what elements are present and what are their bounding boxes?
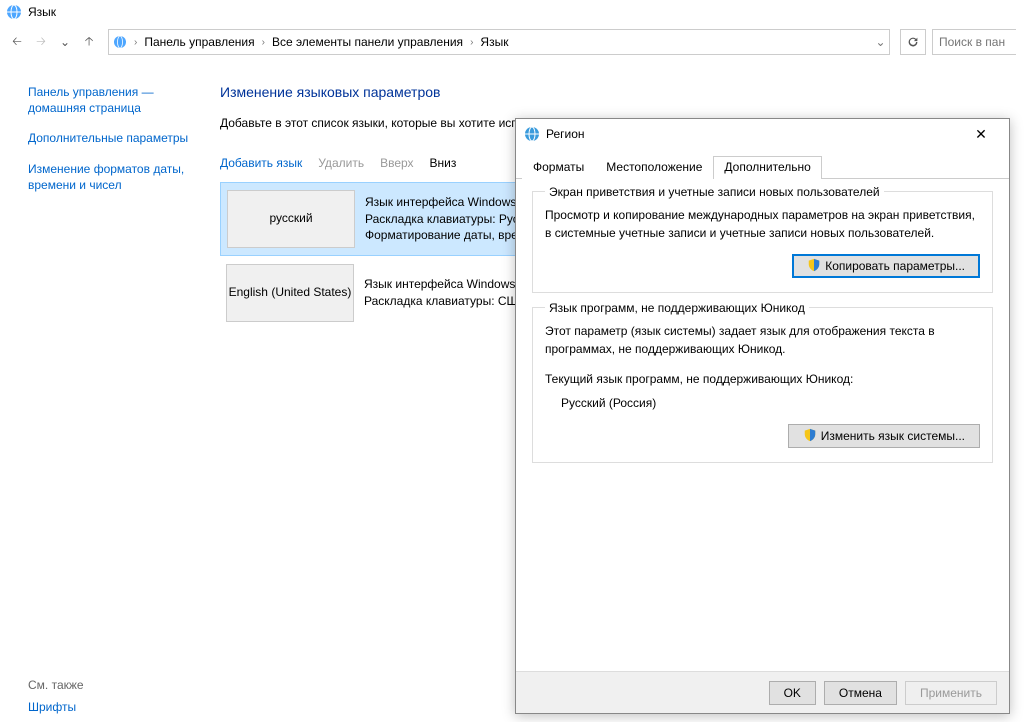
group-text: Просмотр и копирование международных пар…: [545, 206, 980, 242]
tab-advanced[interactable]: Дополнительно: [713, 156, 821, 179]
move-up-link: Вверх: [380, 156, 413, 170]
remove-link: Удалить: [318, 156, 364, 170]
dialog-title: Регион: [546, 127, 961, 141]
refresh-button[interactable]: [900, 29, 926, 55]
language-tile[interactable]: русский: [227, 190, 355, 248]
group-legend: Экран приветствия и учетные записи новых…: [545, 185, 884, 199]
sidebar-link-home[interactable]: Панель управления — домашняя страница: [28, 84, 200, 116]
apply-button: Применить: [905, 681, 997, 705]
welcome-screen-group: Экран приветствия и учетные записи новых…: [532, 191, 993, 293]
up-button[interactable]: 🡡: [80, 33, 98, 51]
search-input[interactable]: [939, 35, 1016, 49]
current-locale-label: Текущий язык программ, не поддерживающих…: [545, 370, 980, 388]
chevron-right-icon: ›: [259, 37, 268, 48]
forward-button[interactable]: 🡢: [32, 33, 50, 51]
region-dialog: Регион ✕ Форматы Местоположение Дополнит…: [515, 118, 1010, 714]
window-title: Язык: [28, 5, 56, 19]
move-down-link[interactable]: Вниз: [430, 156, 457, 170]
sidebar-link-advanced[interactable]: Дополнительные параметры: [28, 130, 200, 146]
shield-icon: [803, 428, 817, 445]
breadcrumb-history-dropdown[interactable]: ⌄: [871, 30, 889, 54]
group-text: Этот параметр (язык системы) задает язык…: [545, 322, 980, 358]
chevron-right-icon: ›: [131, 37, 140, 48]
shield-icon: [807, 258, 821, 275]
globe-icon: [524, 126, 540, 142]
search-box[interactable]: [932, 29, 1016, 55]
recent-dropdown[interactable]: ⌄: [56, 33, 74, 51]
breadcrumb-item[interactable]: Панель управления: [140, 30, 258, 54]
see-also-heading: См. также: [28, 678, 84, 692]
chevron-right-icon: ›: [467, 37, 476, 48]
page-heading: Изменение языковых параметров: [220, 84, 1000, 100]
language-icon: [6, 4, 22, 20]
control-panel-icon: [109, 34, 131, 50]
tab-formats[interactable]: Форматы: [522, 156, 595, 179]
current-locale-value: Русский (Россия): [545, 388, 980, 412]
non-unicode-group: Язык программ, не поддерживающих Юникод …: [532, 307, 993, 463]
breadcrumb-item[interactable]: Все элементы панели управления: [268, 30, 467, 54]
back-button[interactable]: 🡠: [8, 33, 26, 51]
add-language-link[interactable]: Добавить язык: [220, 156, 302, 170]
language-tile[interactable]: English (United States): [226, 264, 354, 322]
tab-location[interactable]: Местоположение: [595, 156, 713, 179]
ok-button[interactable]: OK: [769, 681, 816, 705]
breadcrumb-item[interactable]: Язык: [476, 30, 512, 54]
sidebar-link-fonts[interactable]: Шрифты: [28, 700, 76, 714]
breadcrumb-bar[interactable]: › Панель управления › Все элементы панел…: [108, 29, 890, 55]
change-system-locale-button[interactable]: Изменить язык системы...: [788, 424, 980, 448]
copy-settings-button[interactable]: Копировать параметры...: [792, 254, 980, 278]
cancel-button[interactable]: Отмена: [824, 681, 897, 705]
group-legend: Язык программ, не поддерживающих Юникод: [545, 301, 809, 315]
close-button[interactable]: ✕: [961, 120, 1001, 148]
sidebar-link-date-formats[interactable]: Изменение форматов даты, времени и чисел: [28, 161, 200, 193]
